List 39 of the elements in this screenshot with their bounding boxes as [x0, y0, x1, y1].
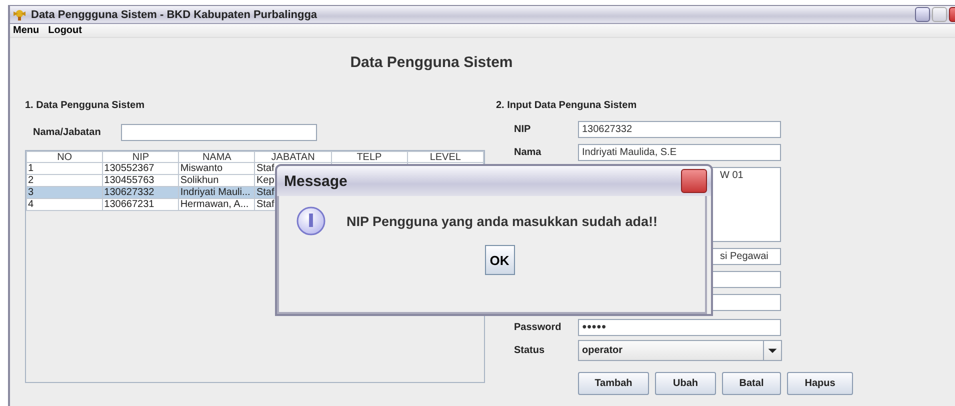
field-label: Status	[513, 345, 546, 356]
table-cell: 4	[26, 198, 103, 210]
table-cell: 2	[26, 174, 103, 186]
password-field[interactable]: ●●●●●	[578, 319, 781, 336]
field-label: NIP	[513, 124, 532, 135]
table-cell: 3	[26, 186, 103, 198]
column-header[interactable]: NO	[26, 152, 103, 162]
table-cell: 130552367	[102, 162, 179, 174]
field-label: Password	[513, 322, 562, 333]
table-cell: Miswanto	[178, 162, 255, 174]
page-heading: Data Pengguna Sistem	[349, 54, 514, 71]
input-field[interactable]: 130627332	[578, 121, 781, 138]
column-header[interactable]: NAMA	[178, 152, 255, 162]
action-button[interactable]: Batal	[722, 372, 781, 395]
column-header[interactable]: NIP	[102, 152, 179, 162]
action-button[interactable]: Ubah	[655, 372, 716, 395]
table-cell: 130627332	[102, 186, 179, 198]
action-button[interactable]: Hapus	[787, 372, 853, 395]
column-header[interactable]: TELP	[331, 152, 408, 162]
ok-button[interactable]: OK	[484, 245, 514, 275]
section-title: 1. Data Pengguna Sistem	[25, 100, 146, 113]
table-cell: 130455763	[102, 174, 179, 186]
table-cell: 1	[26, 162, 103, 174]
table-cell: Indriyati Mauli...	[178, 186, 255, 198]
column-header[interactable]: JABATAN	[254, 152, 332, 162]
menu-item[interactable]: Menu	[13, 25, 40, 36]
status-dropdown[interactable]: operator	[578, 340, 782, 361]
dialog-message: NIP Pengguna yang anda masukkan sudah ada!!	[346, 214, 658, 228]
table-cell: 130667231	[102, 198, 179, 210]
table-cell: Hermawan, A...	[178, 198, 255, 210]
window-title: Data Penggguna Sistem - BKD Kabupaten Purbalingga	[31, 8, 318, 20]
action-button[interactable]: Tambah	[578, 372, 649, 395]
section-title: 2. Input Data Penguna Sistem	[496, 100, 638, 113]
field-label: Nama	[513, 147, 542, 158]
column-header[interactable]: LEVEL	[407, 152, 484, 162]
input-field[interactable]: Indriyati Maulida, S.E	[578, 144, 781, 161]
menu-item[interactable]: Logout	[48, 25, 82, 36]
table-cell: Solikhun	[178, 174, 255, 186]
field-label: Nama/Jabatan	[33, 127, 102, 138]
